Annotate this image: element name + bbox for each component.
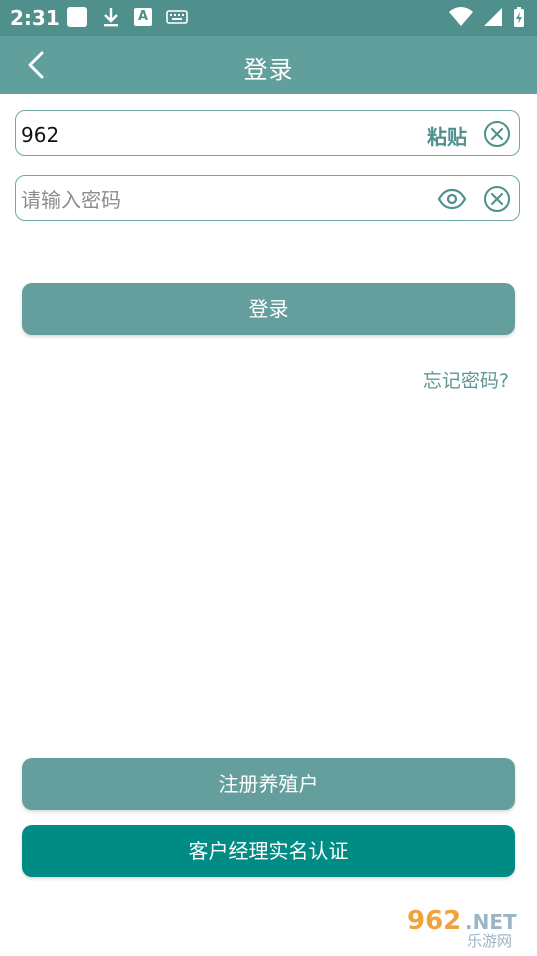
status-left-icons: A [66,6,188,28]
download-icon [104,8,118,27]
square-notification-icon [67,7,87,27]
font-a-icon: A [134,8,152,26]
wifi-icon [449,7,473,27]
manager-verification-button[interactable]: 客户经理实名认证 [22,825,515,877]
app-bar: 登录 [0,36,537,94]
status-bar: 2:31 A [0,0,537,36]
status-time: 2:31 [10,6,60,30]
account-input[interactable] [19,119,403,151]
account-field[interactable]: 粘贴 [15,110,520,156]
keyboard-icon [166,10,188,24]
forgot-password-link[interactable]: 忘记密码? [423,366,509,393]
clear-account-icon[interactable] [483,120,511,148]
watermark-number: 962 [407,906,462,936]
password-field[interactable] [15,175,520,221]
paste-button[interactable]: 粘贴 [427,121,467,150]
status-right-icons [449,6,525,28]
page-title: 登录 [243,56,294,84]
eye-icon[interactable] [437,186,467,212]
login-button[interactable]: 登录 [22,283,515,335]
battery-charging-icon [514,7,524,27]
register-farmer-button[interactable]: 注册养殖户 [22,758,515,810]
watermark-logo: 962 .NET 乐游网 [403,906,529,950]
watermark-name: 乐游网 [467,932,513,950]
signal-icon [484,8,502,26]
password-input[interactable] [19,184,403,216]
clear-password-icon[interactable] [483,185,511,213]
